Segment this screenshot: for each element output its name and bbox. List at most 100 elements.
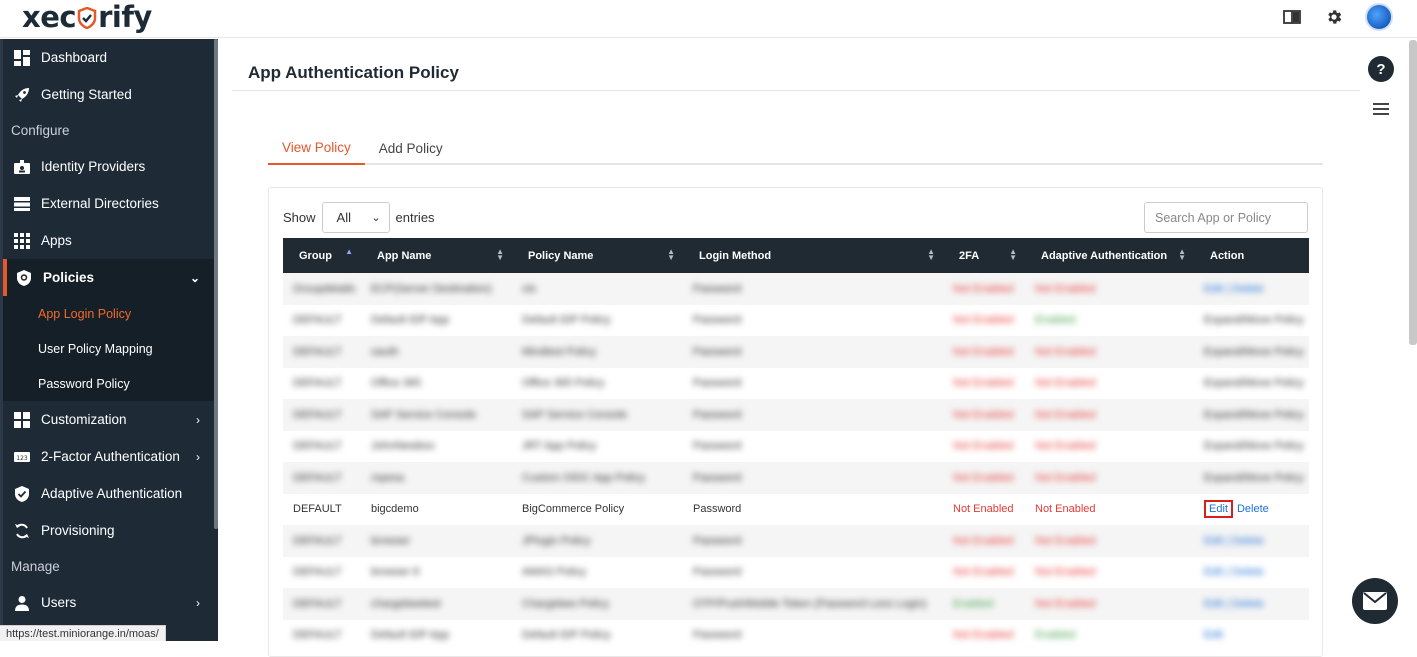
column-label: Action [1210,249,1245,262]
cell-adaptive-authentication: Not Enabled [1035,282,1096,295]
cell-2fa: Not Enabled [953,408,1014,421]
sidebar-item-label: Identity Providers [41,159,146,174]
cell-policy-name: BigCommerce Policy [522,503,625,516]
show-entries-control: Show All ⌄ entries [283,202,435,233]
column-label: Adaptive Authentication [1041,249,1168,262]
cell-login-method: Password [693,566,742,579]
chevron-down-icon: ⌄ [371,212,381,224]
table-row: Groupdetails ECP(Server Destination) cts Pa… [283,273,1309,305]
puzzle-icon [13,411,31,429]
cell-app-name: Office 365 [371,377,421,390]
sidebar-item-2fa[interactable]: 123 2-Factor Authentication › [3,438,218,475]
tab-view-policy[interactable]: View Policy [268,131,365,165]
sidebar-item-label: Getting Started [41,87,132,102]
table-header-row: Group ▲ App Name ▲ ▼ Policy Name ▲ ▼ Login Me… [283,238,1309,273]
cell-login-method: Password [693,534,742,547]
cell-2fa: Not Enabled [953,566,1014,579]
cell-action[interactable]: Edit | Delete [1194,525,1309,557]
sidebar-subitem-app-login-policy[interactable]: App Login Policy [3,296,218,331]
sidebar-item-label: Dashboard [41,50,108,65]
cell-policy-name: Mindtest Policy [522,345,596,358]
cell-policy-name: JPlugin Policy [522,534,591,547]
cell-group: DEFAULT [293,503,342,516]
cell-adaptive-authentication: Not Enabled [1035,440,1096,453]
cell-2fa: Not Enabled [953,377,1014,390]
entries-value: All [336,210,351,225]
avatar[interactable] [1365,3,1393,31]
column-label: App Name [377,249,432,262]
sidebar-item-label: Policies [43,270,95,285]
cell-app-name: Default IDP App [371,629,450,642]
sidebar-item-identity-providers[interactable]: Identity Providers [3,148,218,185]
sort-icon: ▲ ▼ [1009,247,1017,262]
tab-add-policy[interactable]: Add Policy [365,131,457,165]
app-logo[interactable]: xec rify [22,0,152,34]
chat-button[interactable] [1352,578,1398,624]
cell-action[interactable]: Edit [1194,620,1309,652]
column-header-app-name[interactable]: App Name ▲ ▼ [361,238,512,273]
cell-action[interactable]: Expand/Move Policy [1194,368,1309,400]
cell-policy-name: cts [522,282,537,295]
cell-action[interactable]: Expand/Move Policy [1194,336,1309,368]
cell-login-method: Password [693,408,742,421]
cell-login-method: Password [693,345,742,358]
gear-icon[interactable] [1323,6,1345,28]
sidebar-item-adaptive-authentication[interactable]: Adaptive Authentication [3,475,218,512]
sidebar-item-external-directories[interactable]: External Directories [3,185,218,222]
sidebar-item-label: External Directories [41,196,159,211]
show-label: Show [283,210,316,225]
cell-login-method: Password [693,629,742,642]
sidebar-item-getting-started[interactable]: Getting Started [3,76,218,113]
cell-action[interactable]: Edit | Delete [1194,557,1309,589]
user-icon [13,594,31,612]
cell-2fa: Not Enabled [953,629,1014,642]
cell-action[interactable]: Expand/Move Policy [1194,462,1309,494]
chevron-right-icon: › [196,595,200,610]
cell-action[interactable]: Edit | Delete [1194,588,1309,620]
shield-icon [15,269,33,287]
column-header-login-method[interactable]: Login Method ▲ ▼ [683,238,943,273]
sidebar-item-users[interactable]: Users › [3,584,218,621]
table-row: DEFAULT Default IDP App Default IDP Policy… [283,620,1309,652]
cell-action[interactable]: Expand/Move Policy [1194,305,1309,337]
sidebar-item-dashboard[interactable]: Dashboard [3,39,218,76]
sidebar-item-label: Customization [41,412,127,427]
edit-link[interactable]: Edit [1204,500,1233,519]
cell-policy-name: Custom OIDC App Policy [522,471,645,484]
sidebar-item-policies[interactable]: Policies ⌄ [3,259,218,296]
cell-action[interactable]: Edit | Delete [1194,273,1309,305]
column-header-adaptive-authentication[interactable]: Adaptive Authentication ▲ ▼ [1025,238,1194,273]
cell-group: DEFAULT [293,629,342,642]
book-icon[interactable] [1281,6,1303,28]
column-header-action: Action [1194,238,1309,273]
cell-adaptive-authentication: Not Enabled [1035,597,1096,610]
sidebar-subitem-user-policy-mapping[interactable]: User Policy Mapping [3,331,218,366]
status-url: https://test.miniorange.in/moas/ [0,625,166,641]
cell-app-name: ECP(Server Destination) [371,282,492,295]
search-input[interactable] [1144,202,1308,233]
page-title: App Authentication Policy [248,63,459,82]
cell-action[interactable]: Expand/Move Policy [1194,399,1309,431]
svg-text:123: 123 [16,455,28,462]
cell-login-method: Password [693,471,742,484]
sort-icon: ▲ ▼ [667,247,675,262]
cell-adaptive-authentication: Not Enabled [1035,408,1096,421]
hamburger-menu-icon[interactable] [1373,103,1389,118]
directory-icon [13,195,31,213]
page-scrollbar[interactable] [1409,40,1417,345]
column-header-2fa[interactable]: 2FA ▲ ▼ [943,238,1025,273]
help-icon[interactable]: ? [1368,56,1394,82]
sidebar-item-provisioning[interactable]: Provisioning [3,512,218,549]
cell-adaptive-authentication: Enabled [1035,314,1076,327]
sidebar-subitem-password-policy[interactable]: Password Policy [3,366,218,401]
column-header-group[interactable]: Group ▲ [283,238,361,273]
cell-group: DEFAULT [293,377,342,390]
cell-2fa: Not Enabled [953,440,1014,453]
delete-link[interactable]: Delete [1237,503,1269,515]
entries-select[interactable]: All ⌄ [321,202,390,233]
sidebar-item-customization[interactable]: Customization › [3,401,218,438]
cell-action[interactable]: Expand/Move Policy [1194,431,1309,463]
column-header-policy-name[interactable]: Policy Name ▲ ▼ [512,238,683,273]
cell-adaptive-authentication: Not Enabled [1035,377,1096,390]
sidebar-item-apps[interactable]: Apps [3,222,218,259]
